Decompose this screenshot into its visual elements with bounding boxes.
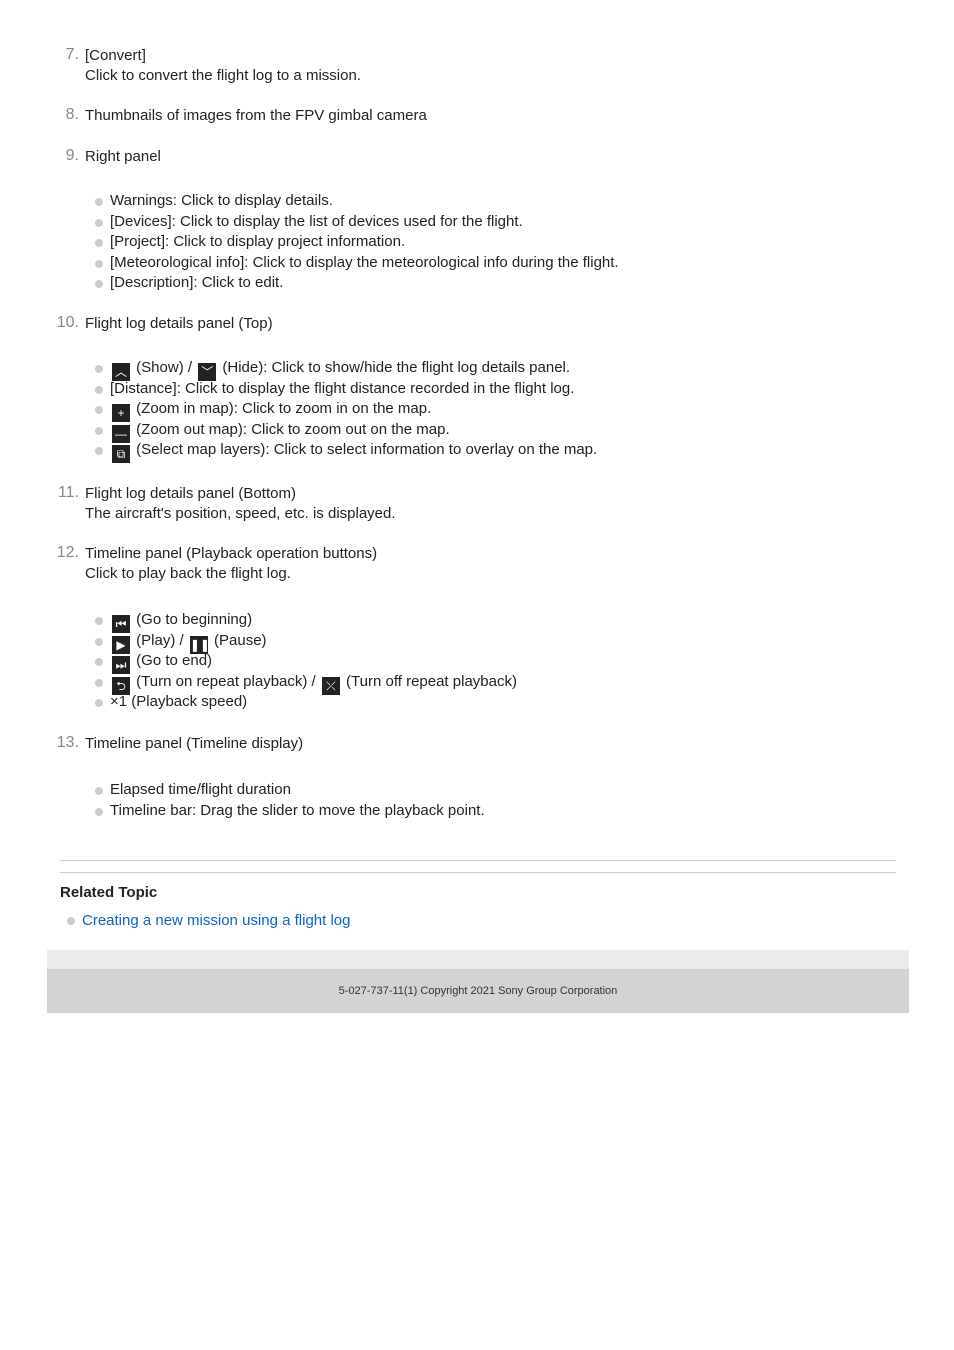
item-text: (Zoom in map): Click to zoom in on the m… [136, 400, 432, 418]
item-text: (Show) / [136, 359, 193, 376]
list-item: — (Zoom out map): Click to zoom out on t… [95, 420, 597, 443]
list-item: [Distance]: Click to display the flight … [95, 379, 597, 400]
list-item: Timeline bar: Drag the slider to move th… [95, 801, 485, 822]
bullet-list: ︿ (Show) / ﹀ (Hide): Click to show/hide … [95, 358, 598, 464]
bullet-list: Warnings: Click to display details. [Dev… [95, 191, 619, 294]
footer-strip [47, 950, 909, 969]
list-item: [Project]: Click to display project info… [95, 232, 619, 253]
list-item: [Description]: Click to edit. [95, 273, 619, 294]
list-item: ×1 (Playback speed) [95, 692, 517, 713]
divider [60, 860, 896, 861]
step-number: 10. [56, 314, 79, 331]
list-item: ⮌ (Turn on repeat playback) / ⤫ (Turn of… [95, 672, 517, 695]
list-item: Elapsed time/flight duration [95, 780, 485, 801]
step-desc: The aircraft's position, speed, etc. is … [85, 505, 396, 522]
step-title: Thumbnails of images from the FPV gimbal… [85, 107, 427, 124]
item-text: (Pause) [214, 631, 267, 649]
item-text: (Play) / [136, 631, 184, 649]
list-item: ▶ (Play) / ❚❚ (Pause) [95, 631, 517, 654]
step-title: Flight log details panel (Top) [85, 315, 273, 332]
step-title: [Convert] [85, 47, 146, 64]
copyright: 5-027-737-11(1) Copyright 2021 Sony Grou… [338, 985, 618, 997]
list-item: [Devices]: Click to display the list of … [95, 212, 619, 233]
step-desc: Click to play back the flight log. [85, 565, 291, 582]
step-number: 8. [65, 106, 79, 123]
step-title: Flight log details panel (Bottom) [85, 485, 296, 502]
item-text: (Go to end) [136, 652, 213, 670]
layers-icon: ⧉ [112, 445, 130, 464]
bullet-list: Elapsed time/flight duration Timeline ba… [95, 780, 485, 821]
step-number: 11. [57, 484, 79, 501]
step-title: Right panel [85, 148, 161, 165]
list-item: ︿ (Show) / ﹀ (Hide): Click to show/hide … [95, 358, 597, 381]
item-text: (Hide): Click to show/hide the flight lo… [222, 359, 571, 376]
related-link-item: Creating a new mission using a flight lo… [67, 912, 350, 929]
item-text: (Turn on repeat playback) / [136, 672, 316, 690]
item-text: (Turn off repeat playback) [346, 672, 517, 690]
step-desc: Click to convert the flight log to a mis… [85, 67, 361, 84]
step-number: 7. [65, 46, 79, 63]
step-number: 12. [56, 544, 79, 561]
divider [60, 872, 896, 873]
list-item: ⧉ (Select map layers): Click to select i… [95, 440, 598, 464]
item-text: (Select map layers): Click to select inf… [136, 441, 598, 459]
list-item: ⏭ (Go to end) [95, 651, 517, 675]
item-text: (Zoom out map): Click to zoom out on the… [136, 420, 450, 438]
bullet-list: ⏮ (Go to beginning) ▶ (Play) / ❚❚ (Pause… [95, 610, 517, 713]
step-number: 9. [65, 147, 79, 164]
step-title: Timeline panel (Playback operation butto… [85, 545, 378, 562]
list-item: [Meteorological info]: Click to display … [95, 253, 619, 274]
step-title: Timeline panel (Timeline display) [85, 735, 304, 752]
list-item: ⏮ (Go to beginning) [95, 610, 517, 633]
related-topic-heading: Related Topic [60, 884, 158, 901]
footer: 5-027-737-11(1) Copyright 2021 Sony Grou… [47, 969, 909, 1013]
step-number: 13. [56, 734, 79, 751]
list-item: + (Zoom in map): Click to zoom in on the… [95, 399, 597, 423]
list-item: Warnings: Click to display details. [95, 191, 619, 212]
item-text: (Go to beginning) [136, 611, 253, 628]
related-link[interactable]: Creating a new mission using a flight lo… [82, 912, 350, 929]
